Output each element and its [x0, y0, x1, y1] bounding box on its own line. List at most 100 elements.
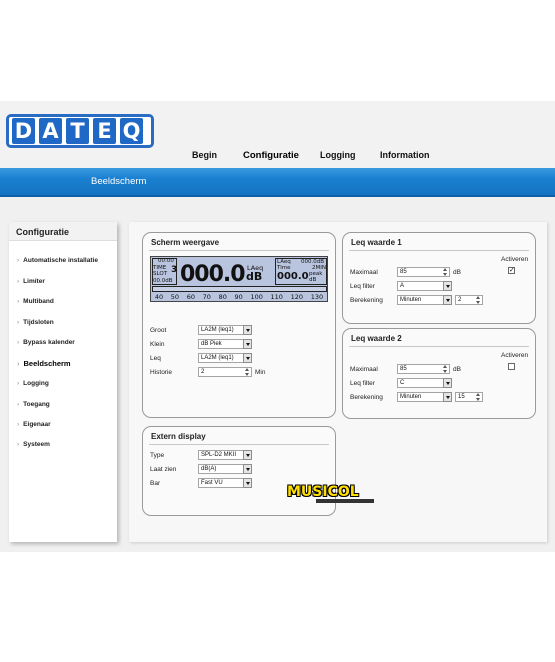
bar-value: Fast VU [201, 480, 223, 486]
leq-select[interactable]: LA2M (leq1) [198, 353, 252, 363]
group-title: Scherm weergave [151, 238, 220, 247]
lcd-slot-label: SLOT [153, 271, 168, 277]
sidebar-item-label: Toegang [23, 401, 50, 408]
nav-logging[interactable]: Logging [320, 150, 356, 160]
lcd-scale-tick: 50 [170, 293, 180, 301]
chevron-down-icon[interactable] [443, 281, 452, 291]
sidebar-item-label: Eigenaar [23, 421, 51, 428]
chevron-right-icon: › [17, 441, 20, 448]
laat-zien-value: dB(A) [201, 466, 217, 472]
leq1-berekening-select[interactable]: Minuten [397, 295, 452, 305]
chevron-right-icon: › [17, 319, 20, 326]
leq1-berekening-label: Berekening [350, 297, 383, 304]
lcd-main-value: 000.0 [180, 262, 246, 287]
chevron-down-icon[interactable] [243, 353, 252, 363]
page: D A T E Q Begin Configuratie Logging Inf… [0, 0, 555, 662]
lcd-scale-tick: 110 [270, 293, 283, 301]
chevron-right-icon: › [17, 257, 20, 264]
chevron-down-icon[interactable] [243, 339, 252, 349]
nav-information[interactable]: Information [380, 150, 430, 160]
chevron-down-icon[interactable] [443, 392, 452, 402]
leq2-filter-select[interactable]: C [397, 378, 452, 388]
leq1-filter-value: A [400, 283, 405, 289]
sidebar-item-beeldscherm[interactable]: › Beeldscherm [17, 359, 71, 368]
klein-label: Klein [150, 341, 165, 348]
sidebar-item-label: Beeldscherm [23, 359, 71, 368]
chevron-right-icon: › [17, 421, 20, 428]
leq2-maximaal-stepper[interactable]: 85 [397, 364, 450, 374]
sidebar-item-limiter[interactable]: › Limiter [17, 278, 45, 285]
logo-letter: D [12, 118, 35, 144]
spinner-arrows-icon[interactable] [245, 368, 250, 376]
leq2-maximaal-value: 85 [400, 366, 407, 372]
sidebar-item-label: Systeem [23, 441, 50, 448]
chevron-down-icon[interactable] [443, 378, 452, 388]
groot-select[interactable]: LA2M (leq1) [198, 325, 252, 335]
leq1-filter-select[interactable]: A [397, 281, 452, 291]
sidebar-item-toegang[interactable]: › Toegang [17, 401, 50, 408]
musicol-watermark: MUSICOL [287, 484, 359, 500]
sidebar-item-logging[interactable]: › Logging [17, 380, 49, 387]
chevron-down-icon[interactable] [243, 478, 252, 488]
leq1-maximaal-stepper[interactable]: 85 [397, 267, 450, 277]
klein-select[interactable]: dB Piek [198, 339, 252, 349]
sub-header-bar: Beeldscherm [0, 168, 555, 195]
spinner-arrows-icon[interactable] [476, 296, 481, 304]
chevron-down-icon[interactable] [243, 450, 252, 460]
lcd-scale-tick: 70 [202, 293, 211, 301]
historie-label: Historie [150, 369, 173, 376]
bar-label: Bar [150, 480, 161, 487]
logo-letter: Q [120, 118, 143, 144]
leq1-berekening-num: 2 [458, 297, 462, 303]
sidebar-item-bypass-kalender[interactable]: › Bypass kalender [17, 339, 75, 346]
leq1-berekening-stepper[interactable]: 2 [455, 295, 483, 305]
lcd-level-bar [152, 286, 327, 292]
klein-value: dB Piek [201, 341, 222, 347]
type-select[interactable]: SPL-D2 MKII [198, 450, 252, 460]
leq1-activeren-checkbox[interactable]: ✓ [508, 267, 515, 274]
bar-select[interactable]: Fast VU [198, 478, 252, 488]
historie-unit: Min [255, 369, 266, 376]
sidebar-title: Configuratie [9, 222, 117, 241]
divider [149, 444, 329, 445]
leq-value: LA2M (leq1) [201, 355, 234, 361]
spinner-arrows-icon[interactable] [443, 365, 448, 373]
chevron-down-icon[interactable] [443, 295, 452, 305]
laat-zien-select[interactable]: dB(A) [198, 464, 252, 474]
watermark-underline [316, 499, 374, 503]
sub-header-title: Beeldscherm [91, 176, 147, 187]
sidebar-item-label: Multiband [23, 298, 54, 305]
sidebar-item-tijdsloten[interactable]: › Tijdsloten [17, 319, 54, 326]
logo-letter: T [66, 118, 89, 144]
historie-value: 2 [201, 369, 205, 375]
sidebar-item-multiband[interactable]: › Multiband [17, 298, 54, 305]
nav-begin[interactable]: Begin [192, 150, 217, 160]
nav-configuratie[interactable]: Configuratie [243, 150, 299, 161]
spinner-arrows-icon[interactable] [443, 268, 448, 276]
type-value: SPL-D2 MKII [201, 452, 237, 458]
historie-stepper[interactable]: 2 [198, 367, 252, 377]
group-title: Leq waarde 2 [351, 334, 402, 343]
sidebar-item-automatische-installatie[interactable]: › Automatische installatie [17, 257, 98, 264]
spinner-arrows-icon[interactable] [476, 393, 481, 401]
sidebar-item-eigenaar[interactable]: › Eigenaar [17, 421, 51, 428]
sidebar-item-systeem[interactable]: › Systeem [17, 441, 50, 448]
logo-letter: A [39, 118, 62, 144]
leq-waarde-1-group: Leq waarde 1 [342, 232, 536, 324]
sidebar-item-label: Bypass kalender [23, 339, 75, 346]
group-title: Extern display [151, 432, 206, 441]
sidebar-item-label: Automatische installatie [23, 257, 98, 264]
leq1-berekening-value: Minuten [400, 297, 422, 303]
chevron-right-icon: › [17, 359, 20, 368]
chevron-down-icon[interactable] [243, 325, 252, 335]
chevron-right-icon: › [17, 298, 20, 305]
leq2-maximaal-label: Maximaal [350, 366, 378, 373]
lcd-db-small: 00.0dB [153, 278, 173, 284]
leq2-filter-label: Leq filter [350, 380, 375, 387]
chevron-down-icon[interactable] [243, 464, 252, 474]
chevron-right-icon: › [17, 380, 20, 387]
leq2-berekening-select[interactable]: Minuten [397, 392, 452, 402]
leq2-berekening-value: Minuten [400, 394, 422, 400]
leq2-activeren-checkbox[interactable] [508, 363, 515, 370]
leq2-berekening-stepper[interactable]: 15 [455, 392, 483, 402]
